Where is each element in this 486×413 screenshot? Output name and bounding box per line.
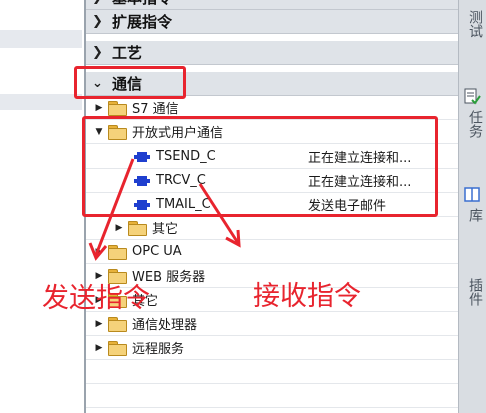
- tab-libraries[interactable]: 库: [461, 208, 485, 222]
- tab-label: 库: [467, 208, 483, 222]
- category-basic-instructions[interactable]: ❯ 基本指令: [86, 0, 458, 10]
- folder-icon: [108, 101, 127, 116]
- instruction-row-trcv-c[interactable]: TRCV_C 正在建立连接和...: [86, 169, 458, 193]
- category-technology[interactable]: ❯ 工艺: [86, 41, 458, 65]
- tree-item-s7-communication[interactable]: ▶ S7 通信: [86, 96, 458, 120]
- expand-arrow-icon[interactable]: ▶: [114, 223, 124, 233]
- chevron-right-icon: ❯: [92, 0, 108, 5]
- function-block-icon: [134, 175, 150, 186]
- left-background-pane: [0, 0, 82, 413]
- instructions-panel: ❯ 基本指令 ❯ 扩展指令 ❯ 工艺 ⌄ 通信 ▶ S7 通信 ▼ 开放式用户通…: [84, 0, 458, 413]
- tree-item-label: 远程服务: [132, 342, 185, 357]
- folder-icon: [108, 125, 127, 140]
- category-communication[interactable]: ⌄ 通信: [86, 72, 458, 96]
- category-label: 工艺: [112, 44, 143, 62]
- folder-icon: [128, 221, 147, 236]
- tab-label: 任务: [467, 110, 483, 138]
- folder-icon: [108, 245, 127, 260]
- category-label: 扩展指令: [112, 13, 173, 31]
- tree-item-label: S7 通信: [132, 102, 179, 117]
- folder-icon: [108, 341, 127, 356]
- empty-row: [86, 360, 458, 384]
- instruction-description: 正在建立连接和...: [308, 151, 412, 166]
- tab-plugins[interactable]: 插件: [461, 278, 485, 306]
- collapse-arrow-icon[interactable]: ▼: [94, 127, 104, 137]
- tab-label: 测试: [467, 10, 483, 38]
- task-card-tab-strip: 测试 任务 库 插件: [458, 0, 486, 413]
- chevron-down-icon: ⌄: [92, 76, 103, 91]
- instruction-description: 正在建立连接和...: [308, 175, 412, 190]
- folder-icon: [108, 317, 127, 332]
- library-icon: [464, 187, 480, 202]
- send-instruction-annotation: 发送指令: [42, 283, 150, 314]
- expand-arrow-icon[interactable]: ▶: [94, 103, 104, 113]
- category-label: 基本指令: [112, 0, 172, 8]
- category-extended-instructions[interactable]: ❯ 扩展指令: [86, 10, 458, 34]
- tasks-icon: [464, 88, 481, 105]
- instruction-row-tsend-c[interactable]: TSEND_C 正在建立连接和...: [86, 145, 458, 169]
- tree-item-open-user-communication[interactable]: ▼ 开放式用户通信: [86, 120, 458, 144]
- tree-item-label: OPC UA: [132, 244, 182, 259]
- left-pane-row: [0, 30, 82, 48]
- category-label: 通信: [112, 75, 143, 93]
- instruction-row-tmail-c[interactable]: TMAIL_C 发送电子邮件: [86, 193, 458, 217]
- tree-item-remote-service[interactable]: ▶ 远程服务: [86, 336, 458, 360]
- tree-item-communication-processor[interactable]: ▶ 通信处理器: [86, 312, 458, 336]
- chevron-right-icon: ❯: [92, 14, 103, 29]
- tree-item-label: 开放式用户通信: [132, 126, 224, 141]
- expand-arrow-icon[interactable]: ▶: [94, 343, 104, 353]
- instruction-description: 发送电子邮件: [308, 199, 387, 214]
- tab-tasks[interactable]: 任务: [461, 110, 485, 138]
- tab-test[interactable]: 测试: [461, 10, 485, 38]
- empty-row: [86, 384, 458, 408]
- tree-item-opc-ua[interactable]: ▶ OPC UA: [86, 240, 458, 264]
- tree-item-label: 其它: [152, 222, 179, 237]
- tree-item-label: 通信处理器: [132, 318, 198, 333]
- instruction-name: TRCV_C: [156, 173, 206, 188]
- tree-item-other-sub[interactable]: ▶ 其它: [86, 216, 458, 240]
- expand-arrow-icon[interactable]: ▶: [94, 247, 104, 257]
- instruction-name: TMAIL_C: [156, 197, 211, 212]
- left-pane-row: [0, 94, 82, 110]
- expand-arrow-icon[interactable]: ▶: [94, 319, 104, 329]
- function-block-icon: [134, 151, 150, 162]
- function-block-icon: [134, 199, 150, 210]
- chevron-right-icon: ❯: [92, 45, 103, 60]
- instruction-name: TSEND_C: [156, 149, 216, 164]
- tab-label: 插件: [467, 278, 483, 306]
- receive-instruction-annotation: 接收指令: [253, 281, 361, 312]
